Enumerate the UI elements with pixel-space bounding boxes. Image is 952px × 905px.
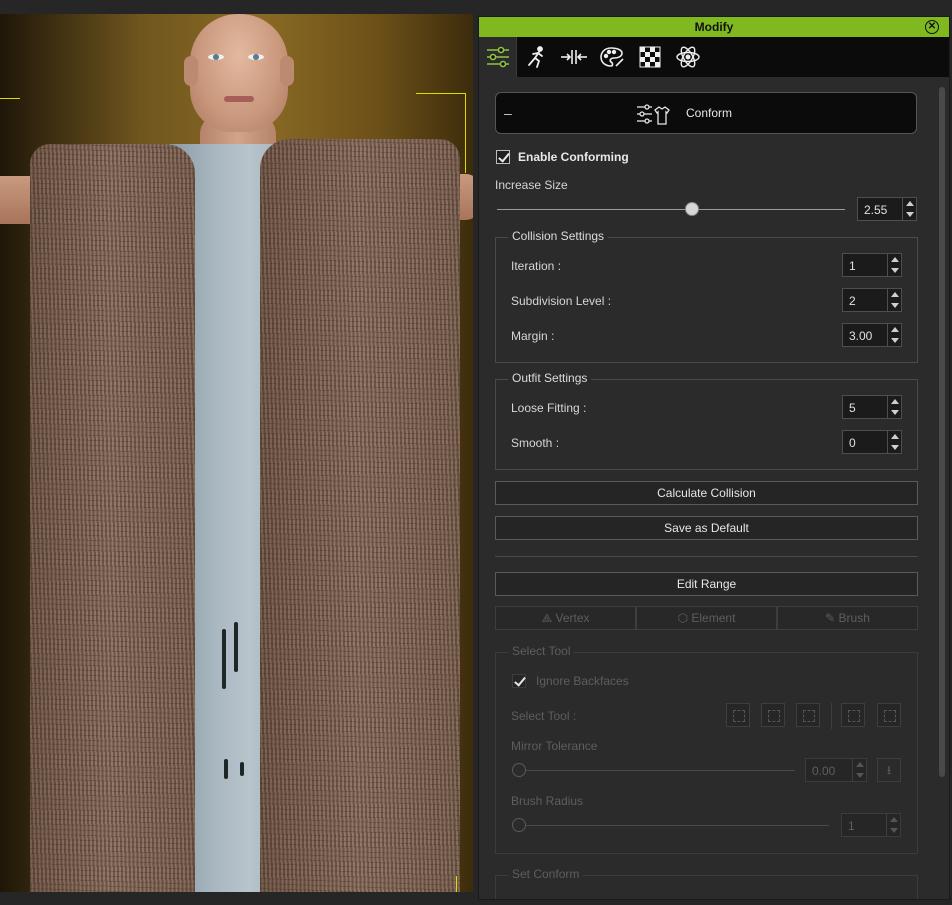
- select-grow-icon[interactable]: [841, 703, 865, 727]
- save-as-default-button[interactable]: Save as Default: [495, 516, 918, 540]
- collapse-icon[interactable]: –: [504, 105, 512, 121]
- increase-size-stepper[interactable]: [902, 198, 916, 220]
- brush-radius-stepper[interactable]: [886, 814, 900, 836]
- coat-right: [260, 139, 460, 892]
- select-rect-icon[interactable]: [726, 703, 750, 727]
- smooth-input[interactable]: 0: [842, 430, 902, 454]
- panel-title: Modify: [694, 20, 734, 34]
- bounding-box-mark: [456, 876, 457, 892]
- margin-stepper[interactable]: [887, 324, 901, 346]
- conform-cloth-icon: [637, 104, 670, 125]
- smooth-label: Smooth :: [511, 436, 560, 450]
- subdivision-level-input[interactable]: 2: [842, 288, 902, 312]
- material-palette-icon: [600, 47, 624, 67]
- select-invert-icon[interactable]: [877, 703, 901, 727]
- increase-size-label: Increase Size: [495, 178, 568, 192]
- tab-motion[interactable]: [517, 37, 555, 77]
- mirror-tolerance-input[interactable]: 0.00: [805, 758, 867, 782]
- subdivision-level-label: Subdivision Level :: [511, 294, 612, 308]
- vertex-icon: ⟁: [541, 611, 553, 625]
- collision-settings-title: Collision Settings: [508, 229, 609, 243]
- mirror-tolerance-stepper[interactable]: [852, 759, 866, 781]
- brush-mode-button[interactable]: ✎ Brush: [777, 606, 918, 630]
- brush-radius-label: Brush Radius: [511, 794, 584, 808]
- select-lock-icon[interactable]: [796, 703, 820, 727]
- mirror-tolerance-slider[interactable]: [519, 770, 795, 771]
- bounding-box-mark: [465, 93, 466, 173]
- smooth-stepper[interactable]: [887, 431, 901, 453]
- atom-physics-icon: [676, 46, 700, 68]
- tab-bar: [479, 37, 949, 77]
- section-title: Conform: [686, 106, 733, 120]
- enable-conforming-checkbox[interactable]: [496, 150, 510, 164]
- element-cube-icon: ⬡: [677, 611, 689, 625]
- checker-texture-icon: [639, 46, 661, 68]
- iteration-input[interactable]: 1: [842, 253, 902, 277]
- brush-icon: ✎: [825, 611, 836, 625]
- increase-size-slider-knob[interactable]: [684, 202, 699, 216]
- bounding-box-mark: [416, 93, 466, 94]
- mirror-tolerance-label: Mirror Tolerance: [511, 739, 598, 753]
- conform-section-header[interactable]: – Conform: [495, 92, 917, 134]
- brush-radius-knob[interactable]: [512, 818, 526, 832]
- panel-titlebar: Modify ✕: [479, 17, 949, 37]
- enable-conforming-label: Enable Conforming: [518, 150, 629, 164]
- margin-label: Margin :: [511, 329, 555, 343]
- increase-size-input[interactable]: 2.55: [857, 197, 917, 221]
- panel-content: – Conform Enable Conforming Increase Siz…: [479, 77, 935, 899]
- tab-texture[interactable]: [631, 37, 669, 77]
- outfit-settings-group: [495, 379, 918, 470]
- loose-fitting-stepper[interactable]: [887, 396, 901, 418]
- select-tool-label: Select Tool :: [511, 709, 577, 723]
- outfit-settings-title: Outfit Settings: [508, 371, 592, 385]
- brush-radius-slider[interactable]: [519, 825, 829, 826]
- tab-modify-sliders[interactable]: [479, 37, 517, 77]
- iteration-label: Iteration :: [511, 259, 562, 273]
- select-deselect-icon[interactable]: [761, 703, 785, 727]
- margin-input[interactable]: 3.00: [842, 323, 902, 347]
- tab-conform[interactable]: [555, 37, 593, 77]
- brush-radius-input[interactable]: 1: [841, 813, 901, 837]
- calculate-collision-button[interactable]: Calculate Collision: [495, 481, 918, 505]
- tab-physics[interactable]: [669, 37, 707, 77]
- subdivision-level-stepper[interactable]: [887, 289, 901, 311]
- modify-panel: Modify ✕ – Conform Enable Conforming Inc…: [478, 16, 950, 900]
- divider: [495, 556, 918, 557]
- set-conform-title: Set Conform: [508, 867, 584, 881]
- motion-figure-icon: [528, 46, 543, 68]
- bounding-box-mark: [0, 98, 20, 99]
- 3d-viewport[interactable]: [0, 14, 473, 892]
- tool-separator: [831, 703, 832, 729]
- ignore-backfaces-checkbox[interactable]: [512, 674, 526, 688]
- select-tool-title: Select Tool: [508, 644, 575, 658]
- panel-scrollbar[interactable]: [939, 87, 945, 777]
- element-mode-button[interactable]: ⬡ Element: [636, 606, 777, 630]
- sliders-icon: [486, 46, 509, 68]
- edit-range-button[interactable]: Edit Range: [495, 572, 918, 596]
- mirror-pick-icon[interactable]: ⭳: [877, 758, 901, 782]
- character-head: [184, 14, 294, 132]
- tab-material[interactable]: [593, 37, 631, 77]
- vertex-mode-button[interactable]: ⟁ Vertex: [495, 606, 636, 630]
- increase-size-slider[interactable]: [497, 209, 845, 210]
- mirror-tolerance-knob[interactable]: [512, 763, 526, 777]
- coat-left: [30, 144, 195, 892]
- iteration-stepper[interactable]: [887, 254, 901, 276]
- conform-arrows-icon: [561, 50, 587, 64]
- ignore-backfaces-label: Ignore Backfaces: [536, 674, 629, 688]
- loose-fitting-input[interactable]: 5: [842, 395, 902, 419]
- close-icon[interactable]: ✕: [925, 20, 939, 34]
- loose-fitting-label: Loose Fitting :: [511, 401, 587, 415]
